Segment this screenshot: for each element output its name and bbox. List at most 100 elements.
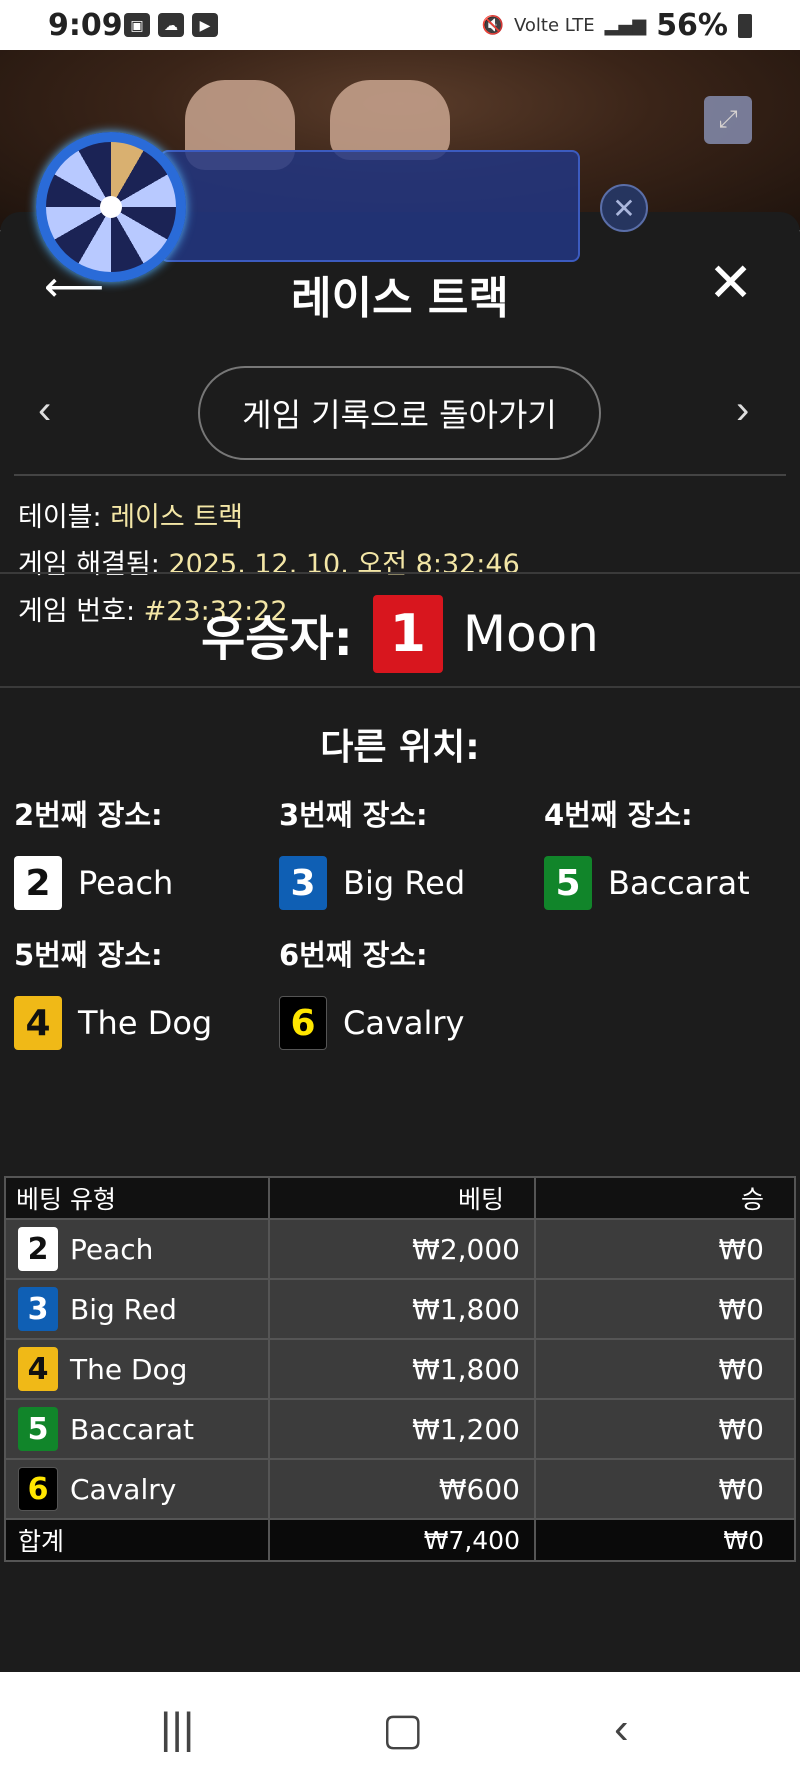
winner-name: Moon bbox=[462, 605, 599, 663]
winner-row: 우승자: 1 Moon bbox=[0, 576, 800, 692]
table-row: 6 Cavalry ₩600 ₩0 bbox=[4, 1458, 796, 1520]
total-row: 합계 ₩7,400 ₩0 bbox=[4, 1518, 796, 1562]
table-row: 2 Peach ₩2,000 ₩0 bbox=[4, 1218, 796, 1280]
notification-icons: ▣ ☁ ▶ bbox=[124, 13, 218, 37]
runner-name: Cavalry bbox=[343, 1004, 465, 1042]
runner-name: Big Red bbox=[343, 864, 466, 902]
runner-name: Peach bbox=[78, 864, 174, 902]
bet-amount-cell: ₩2,000 bbox=[268, 1218, 536, 1280]
place-label: 6번째 장소: bbox=[279, 938, 428, 972]
chevron-left-icon[interactable]: ‹ bbox=[38, 388, 51, 433]
youtube-icon: ▶ bbox=[192, 13, 218, 37]
table-row: 5 Baccarat ₩1,200 ₩0 bbox=[4, 1398, 796, 1460]
total-bet: ₩7,400 bbox=[268, 1518, 536, 1562]
runner-number-badge: 4 bbox=[18, 1347, 58, 1391]
table-row: 4 The Dog ₩1,800 ₩0 bbox=[4, 1338, 796, 1400]
table-info: 테이블: 레이스 트랙 bbox=[18, 502, 244, 533]
signal-icon: ▂▄▆ bbox=[604, 15, 647, 36]
home-icon[interactable]: ▢ bbox=[382, 1704, 424, 1755]
bet-type-cell: 3 Big Red bbox=[4, 1278, 270, 1340]
place-label: 5번째 장소: bbox=[14, 938, 163, 972]
mini-wheel-icon[interactable] bbox=[36, 132, 186, 282]
bet-type-cell: 4 The Dog bbox=[4, 1338, 270, 1400]
wheel-hub bbox=[100, 196, 122, 218]
place-entry: 3 Big Red bbox=[279, 856, 465, 910]
place-label: 4번째 장소: bbox=[544, 798, 693, 832]
place-entry: 6 Cavalry bbox=[279, 996, 464, 1050]
table-header-row: 베팅 유형 베팅 승 bbox=[4, 1176, 796, 1220]
column-header-bet-type: 베팅 유형 bbox=[4, 1176, 270, 1220]
total-win: ₩0 bbox=[534, 1518, 796, 1562]
runner-number-badge: 6 bbox=[18, 1467, 58, 1511]
place-label: 3번째 장소: bbox=[279, 798, 428, 832]
table-row: 3 Big Red ₩1,800 ₩0 bbox=[4, 1278, 796, 1340]
bet-amount-cell: ₩1,800 bbox=[268, 1278, 536, 1340]
win-amount-cell: ₩0 bbox=[534, 1458, 796, 1520]
runner-number-badge: 3 bbox=[279, 856, 327, 910]
bet-type-cell: 6 Cavalry bbox=[4, 1458, 270, 1520]
bet-amount-cell: ₩1,800 bbox=[268, 1338, 536, 1400]
battery-percent: 56% bbox=[656, 8, 728, 43]
runner-number-badge: 4 bbox=[14, 996, 62, 1050]
mini-close-icon[interactable]: ✕ bbox=[600, 184, 648, 232]
runner-name: Cavalry bbox=[70, 1472, 177, 1506]
runner-number-badge: 2 bbox=[18, 1227, 58, 1271]
place-6: 6번째 장소: 6 Cavalry bbox=[279, 932, 464, 1050]
runner-name: The Dog bbox=[78, 1004, 213, 1042]
runner-name: Big Red bbox=[70, 1292, 177, 1326]
winner-label: 우승자: bbox=[201, 611, 353, 667]
close-icon[interactable]: ✕ bbox=[708, 256, 753, 310]
recent-apps-icon[interactable]: ||| bbox=[160, 1704, 194, 1754]
status-time: 9:09 bbox=[48, 8, 123, 43]
cloud-icon: ☁ bbox=[158, 13, 184, 37]
win-amount-cell: ₩0 bbox=[534, 1338, 796, 1400]
runner-name: The Dog bbox=[70, 1352, 188, 1386]
bet-type-cell: 2 Peach bbox=[4, 1218, 270, 1280]
status-bar: 9:09 ▣ ☁ ▶ 🔇 Volte LTE ▂▄▆ 56% bbox=[0, 0, 800, 50]
history-nav: ‹ 게임 기록으로 돌아가기 › bbox=[0, 366, 800, 460]
signal-text: Volte LTE bbox=[513, 15, 595, 36]
place-entry: 4 The Dog bbox=[14, 996, 212, 1050]
win-amount-cell: ₩0 bbox=[534, 1218, 796, 1280]
place-5: 5번째 장소: 4 The Dog bbox=[14, 932, 212, 1050]
place-4: 4번째 장소: 5 Baccarat bbox=[544, 792, 750, 910]
battery-icon bbox=[738, 13, 752, 38]
runner-name: Peach bbox=[70, 1232, 154, 1266]
mini-game-panel[interactable] bbox=[160, 150, 580, 262]
column-header-win: 승 bbox=[534, 1176, 796, 1220]
divider bbox=[14, 474, 786, 476]
place-3: 3번째 장소: 3 Big Red bbox=[279, 792, 465, 910]
mute-icon: 🔇 bbox=[481, 15, 504, 36]
column-header-bet: 베팅 bbox=[268, 1176, 536, 1220]
runner-number-badge: 2 bbox=[14, 856, 62, 910]
back-to-history-button[interactable]: 게임 기록으로 돌아가기 bbox=[198, 366, 601, 460]
place-entry: 2 Peach bbox=[14, 856, 173, 910]
image-icon: ▣ bbox=[124, 13, 150, 37]
dealer-hand-right bbox=[330, 80, 450, 160]
runner-name: Baccarat bbox=[70, 1412, 194, 1446]
runner-number-badge: 6 bbox=[279, 996, 327, 1050]
win-amount-cell: ₩0 bbox=[534, 1278, 796, 1340]
expand-icon[interactable]: ⤢ bbox=[704, 96, 752, 144]
bets-table: 베팅 유형 베팅 승 2 Peach ₩2,000 ₩0 3 Big Red ₩1,… bbox=[4, 1176, 796, 1562]
bet-amount-cell: ₩600 bbox=[268, 1458, 536, 1520]
chevron-right-icon[interactable]: › bbox=[736, 388, 749, 433]
bet-type-cell: 5 Baccarat bbox=[4, 1398, 270, 1460]
total-label: 합계 bbox=[4, 1518, 270, 1562]
place-entry: 5 Baccarat bbox=[544, 856, 750, 910]
back-icon[interactable]: ‹ bbox=[614, 1704, 629, 1754]
place-2: 2번째 장소: 2 Peach bbox=[14, 792, 173, 910]
runner-number-badge: 3 bbox=[18, 1287, 58, 1331]
other-positions-title: 다른 위치: bbox=[320, 727, 480, 768]
bet-amount-cell: ₩1,200 bbox=[268, 1398, 536, 1460]
runner-number-badge: 5 bbox=[18, 1407, 58, 1451]
divider bbox=[0, 572, 800, 574]
system-nav-bar: ||| ▢ ‹ bbox=[0, 1672, 800, 1784]
runner-name: Baccarat bbox=[608, 864, 750, 902]
win-amount-cell: ₩0 bbox=[534, 1398, 796, 1460]
runner-number-badge: 5 bbox=[544, 856, 592, 910]
place-label: 2번째 장소: bbox=[14, 798, 163, 832]
winner-number-badge: 1 bbox=[372, 595, 443, 673]
status-right: 🔇 Volte LTE ▂▄▆ 56% bbox=[482, 8, 752, 43]
divider bbox=[0, 686, 800, 688]
